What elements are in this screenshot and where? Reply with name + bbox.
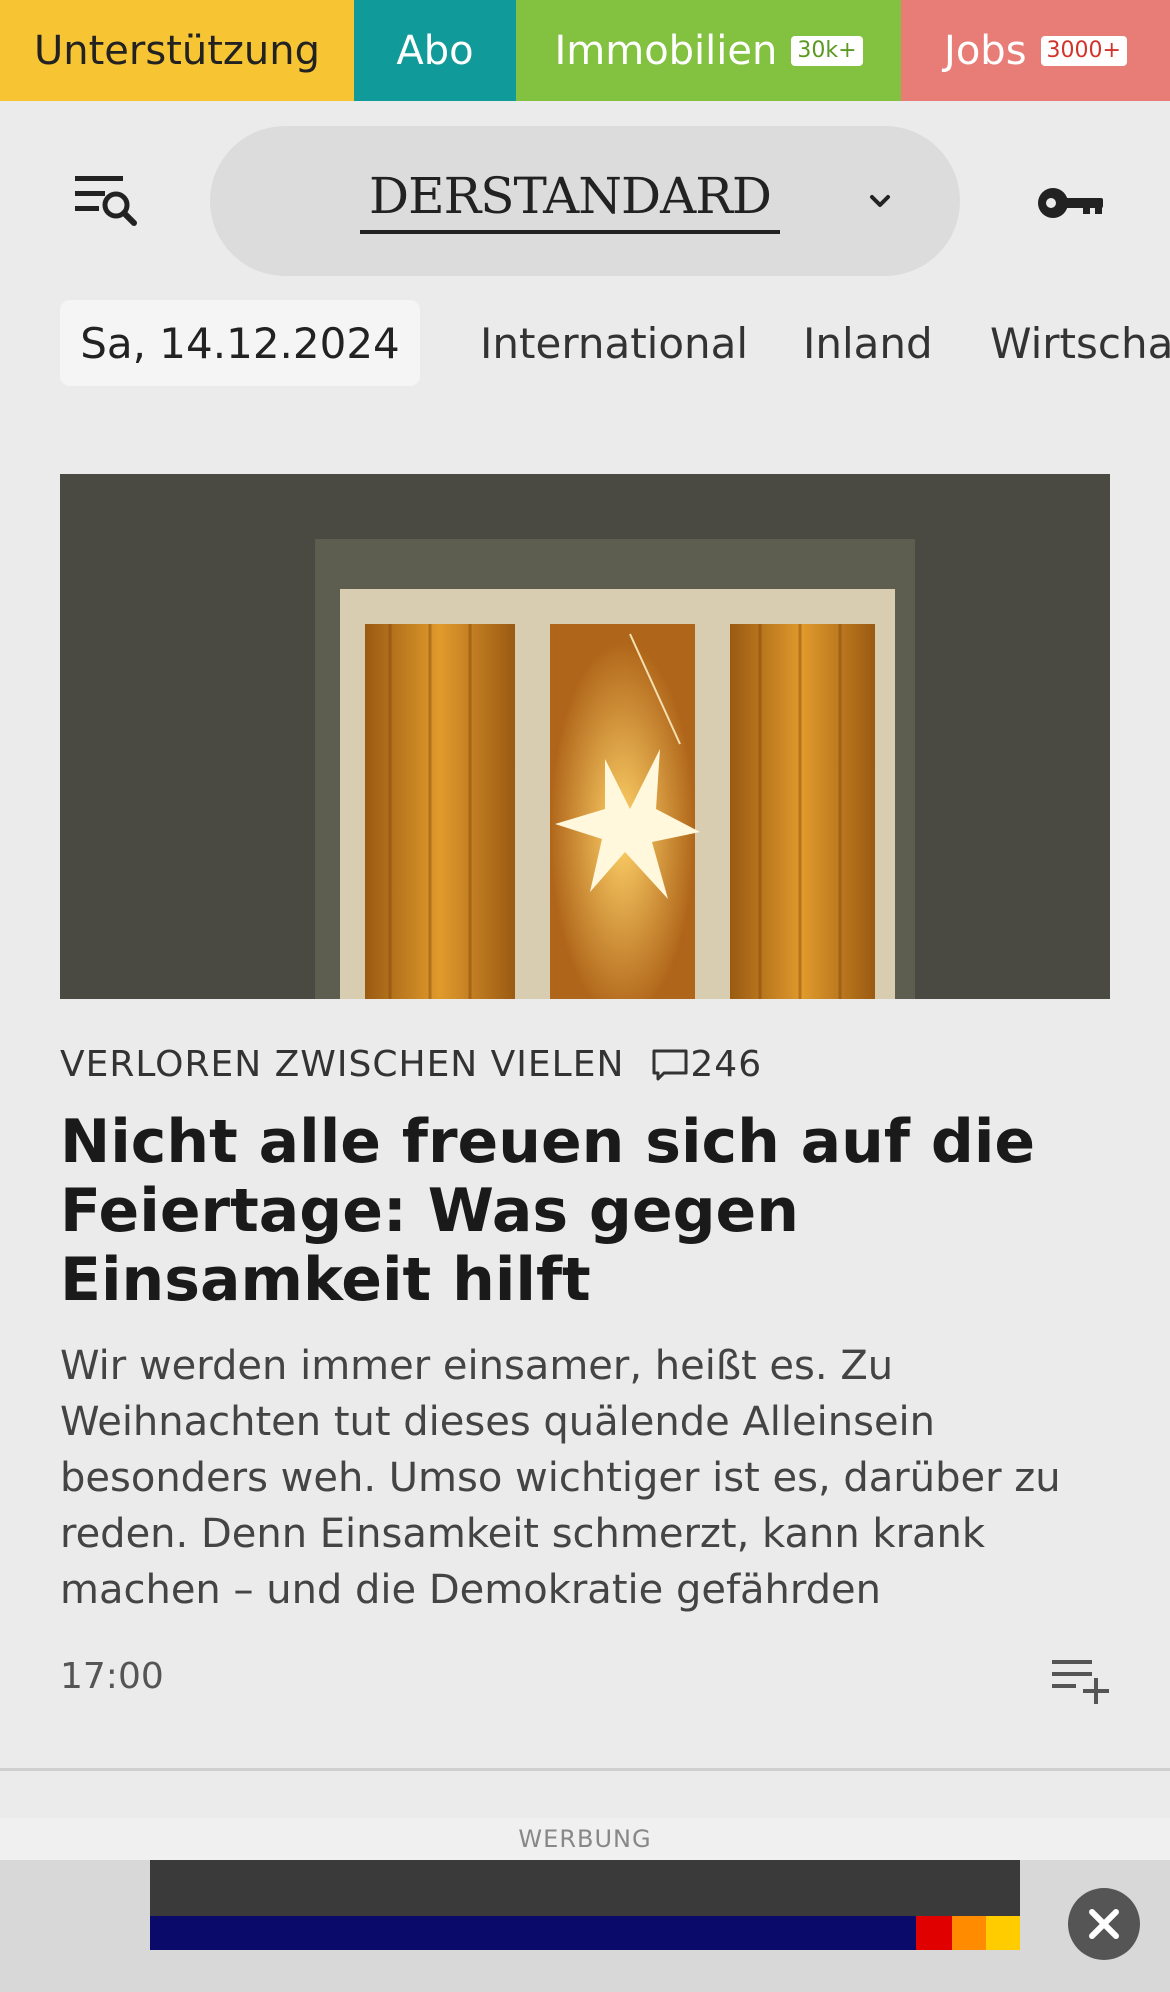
jobs-label: Jobs: [944, 27, 1027, 74]
close-icon[interactable]: [1068, 1888, 1140, 1960]
nav-item-international[interactable]: International: [480, 300, 748, 386]
kicker-text: VERLOREN ZWISCHEN VIELEN: [60, 1044, 625, 1085]
article-kicker[interactable]: VERLOREN ZWISCHEN VIELEN 246: [60, 1044, 762, 1085]
logo-edition-selector[interactable]: DERSTANDARD: [210, 126, 960, 276]
nav-item-inland[interactable]: Inland: [803, 300, 933, 386]
comment-count: 246: [690, 1044, 763, 1085]
ad-label: WERBUNG: [0, 1818, 1170, 1860]
article-headline[interactable]: Nicht alle freuen sich auf die Feiertage…: [60, 1108, 1120, 1315]
site-header: DERSTANDARD: [0, 101, 1170, 301]
article-teaser[interactable]: Wir werden immer einsamer, heißt es. Zu …: [60, 1338, 1120, 1618]
section-divider: [0, 1768, 1170, 1771]
support-link[interactable]: Unterstützung: [0, 0, 354, 101]
immobilien-link[interactable]: Immobilien 30k+: [516, 0, 901, 101]
abo-label: Abo: [396, 27, 474, 74]
article-time: 17:00: [60, 1656, 164, 1697]
jobs-count-badge: 3000+: [1040, 35, 1127, 66]
comment-link[interactable]: 246: [650, 1044, 762, 1085]
nav-item-wirtschaft[interactable]: Wirtschaft: [990, 300, 1170, 386]
key-icon[interactable]: [1035, 176, 1110, 231]
chevron-down-icon[interactable]: [860, 181, 900, 221]
jobs-link[interactable]: Jobs 3000+: [901, 0, 1170, 101]
immobilien-count-badge: 30k+: [791, 35, 863, 66]
site-logo[interactable]: DERSTANDARD: [360, 162, 780, 234]
immobilien-label: Immobilien: [554, 27, 778, 74]
comment-icon: [652, 1049, 688, 1080]
ad-slot: [0, 1860, 1170, 1992]
support-label: Unterstützung: [33, 27, 320, 74]
ad-banner[interactable]: [150, 1860, 1020, 1950]
top-service-bar: Unterstützung Abo Immobilien 30k+ Jobs 3…: [0, 0, 1170, 101]
article-image[interactable]: [60, 474, 1110, 999]
abo-link[interactable]: Abo: [354, 0, 516, 101]
section-nav: Sa, 14.12.2024 International Inland Wirt…: [0, 300, 1170, 386]
date-selector[interactable]: Sa, 14.12.2024: [60, 300, 420, 386]
menu-search-icon[interactable]: [60, 171, 150, 241]
playlist-add-icon[interactable]: [1050, 1656, 1112, 1704]
